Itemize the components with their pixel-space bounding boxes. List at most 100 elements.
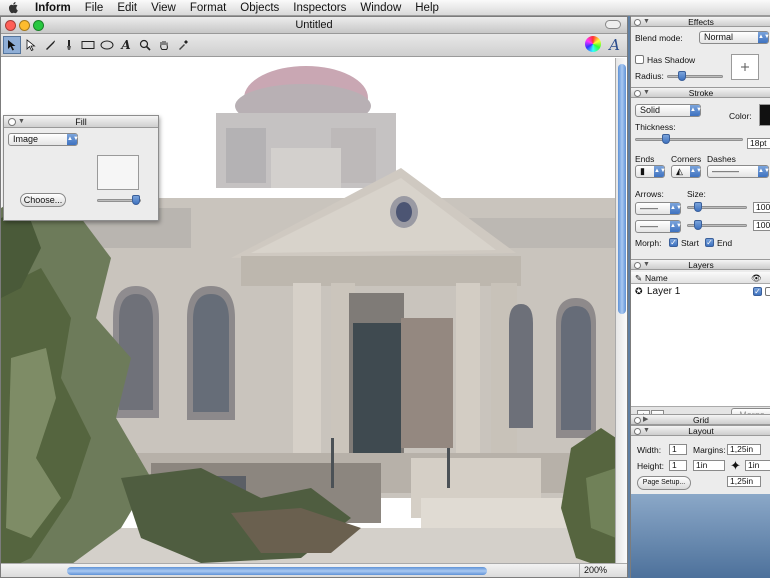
layer-row[interactable]: ✪ Layer 1 ✓ — [632, 285, 770, 298]
menu-edit[interactable]: Edit — [110, 0, 144, 16]
expand-triangle-icon[interactable]: ▶ — [643, 416, 648, 424]
fill-palette: ▼ Fill Image ▲▼ Choose... — [3, 115, 159, 221]
stroke-section-header[interactable]: ▼ Stroke — [631, 87, 770, 98]
blend-mode-popup[interactable]: Normal ▲▼ — [699, 31, 770, 44]
layer-visible-checkbox[interactable]: ✓ — [753, 287, 762, 296]
collapse-triangle-icon[interactable]: ▼ — [643, 427, 650, 435]
grid-title: Grid — [692, 415, 710, 425]
line-end-icon: ▮ — [640, 166, 645, 176]
horizontal-scroll-thumb[interactable] — [67, 567, 487, 575]
corner-icon: ◭ — [676, 166, 683, 176]
height-field[interactable]: 1 — [669, 460, 687, 471]
margin-right-field[interactable]: 1in — [745, 460, 770, 471]
stroke-color-well[interactable] — [759, 104, 770, 126]
collapse-triangle-icon[interactable]: ▼ — [18, 118, 25, 126]
section-close-button[interactable] — [634, 427, 641, 435]
thickness-slider[interactable] — [635, 134, 743, 144]
start-arrow-size-slider[interactable] — [687, 202, 747, 212]
margin-top-field[interactable]: 1,25in — [727, 444, 761, 455]
menu-app[interactable]: Inform — [28, 0, 78, 16]
start-arrow-popup[interactable]: —— ▲▼ — [635, 202, 682, 215]
slider-knob[interactable] — [132, 195, 140, 205]
fill-palette-title-bar: ▼ Fill — [4, 116, 158, 128]
margin-left-field[interactable]: 1in — [693, 460, 725, 471]
text-icon[interactable]: A — [117, 36, 135, 54]
apple-icon[interactable] — [6, 1, 20, 15]
hand-icon[interactable] — [155, 36, 173, 54]
layer-lock-checkbox[interactable] — [765, 287, 770, 296]
fill-type-popup[interactable]: Image ▲▼ — [8, 133, 79, 146]
morph-end-checkbox[interactable]: ✓ — [705, 238, 714, 247]
end-arrow-size-field[interactable]: 100 — [753, 220, 770, 231]
page-setup-button[interactable]: Page Setup... — [637, 476, 691, 490]
pen-icon[interactable] — [41, 36, 59, 54]
font-panel-icon[interactable]: A — [609, 36, 620, 54]
section-close-button[interactable] — [634, 416, 641, 424]
width-field[interactable]: 1 — [669, 444, 687, 455]
minimize-button[interactable] — [19, 20, 30, 31]
section-close-button[interactable] — [634, 261, 641, 269]
title-bar: Untitled — [1, 17, 627, 34]
shadow-direction-well[interactable] — [731, 54, 759, 80]
line-corners-popup[interactable]: ◭ ▲▼ — [671, 165, 702, 178]
brush-icon[interactable] — [60, 36, 78, 54]
collapse-triangle-icon[interactable]: ▼ — [643, 89, 650, 97]
ellipse-icon[interactable] — [98, 36, 116, 54]
toolbar-toggle-button[interactable] — [605, 20, 621, 29]
choose-button[interactable]: Choose... — [20, 193, 66, 207]
start-arrow-size-field[interactable]: 100 — [753, 202, 770, 213]
end-arrow-size-slider[interactable] — [687, 220, 747, 230]
stroke-style-popup[interactable]: Solid ▲▼ — [635, 104, 702, 117]
slider-knob[interactable] — [694, 220, 702, 230]
menu-help[interactable]: Help — [408, 0, 446, 16]
menu-view[interactable]: View — [144, 0, 183, 16]
margin-bottom-field[interactable]: 1,25in — [727, 476, 761, 487]
menu-format[interactable]: Format — [183, 0, 233, 16]
layout-title: Layout — [688, 426, 714, 436]
color-wheel-icon[interactable] — [585, 36, 601, 52]
layers-section-header[interactable]: ▼ Layers — [631, 259, 770, 270]
end-arrow-popup[interactable]: —— ▲▼ — [635, 220, 682, 233]
collapse-triangle-icon[interactable]: ▼ — [643, 18, 650, 26]
image-preview-well[interactable] — [97, 155, 139, 190]
palette-close-button[interactable] — [8, 118, 16, 126]
layout-section-header[interactable]: ▼ Layout — [631, 425, 770, 436]
morph-start-label: Start — [681, 238, 699, 248]
slider-knob[interactable] — [662, 134, 670, 144]
section-close-button[interactable] — [634, 18, 641, 26]
close-button[interactable] — [5, 20, 16, 31]
menu-objects[interactable]: Objects — [233, 0, 286, 16]
zoom-level[interactable]: 200% — [578, 564, 611, 577]
radius-slider[interactable] — [667, 71, 723, 81]
collapse-triangle-icon[interactable]: ▼ — [643, 261, 650, 269]
slider-knob[interactable] — [678, 71, 686, 81]
opacity-slider[interactable] — [97, 195, 141, 205]
popup-arrows-icon: ▲▼ — [690, 105, 702, 116]
zoom-button[interactable] — [33, 20, 44, 31]
crosshair-icon — [741, 63, 749, 71]
zoom-icon[interactable] — [136, 36, 154, 54]
popup-arrows-icon: ▲▼ — [758, 32, 770, 43]
has-shadow-checkbox[interactable] — [635, 55, 644, 64]
popup-arrows-icon: ▲▼ — [670, 221, 682, 232]
menu-inspectors[interactable]: Inspectors — [286, 0, 353, 16]
arrow-line-icon: —— — [640, 221, 658, 231]
direct-select-icon[interactable] — [22, 36, 40, 54]
arrow-icon[interactable] — [3, 36, 21, 54]
menu-file[interactable]: File — [78, 0, 111, 16]
radius-label: Radius: — [635, 71, 664, 81]
menu-window[interactable]: Window — [353, 0, 408, 16]
morph-start-checkbox[interactable]: ✓ — [669, 238, 678, 247]
eyedropper-icon[interactable] — [174, 36, 192, 54]
grid-section-header[interactable]: ▶ Grid — [631, 414, 770, 425]
vertical-scroll-thumb[interactable] — [618, 64, 626, 314]
section-close-button[interactable] — [634, 89, 641, 97]
vertical-scrollbar[interactable] — [615, 58, 627, 572]
horizontal-scrollbar[interactable]: 200% — [1, 563, 627, 577]
dashes-popup[interactable]: ——— ▲▼ — [707, 165, 770, 178]
slider-knob[interactable] — [694, 202, 702, 212]
thickness-field[interactable]: 18pt — [747, 138, 770, 149]
effects-section-header[interactable]: ▼ Effects — [631, 16, 770, 27]
line-ends-popup[interactable]: ▮ ▲▼ — [635, 165, 666, 178]
rectangle-icon[interactable] — [79, 36, 97, 54]
